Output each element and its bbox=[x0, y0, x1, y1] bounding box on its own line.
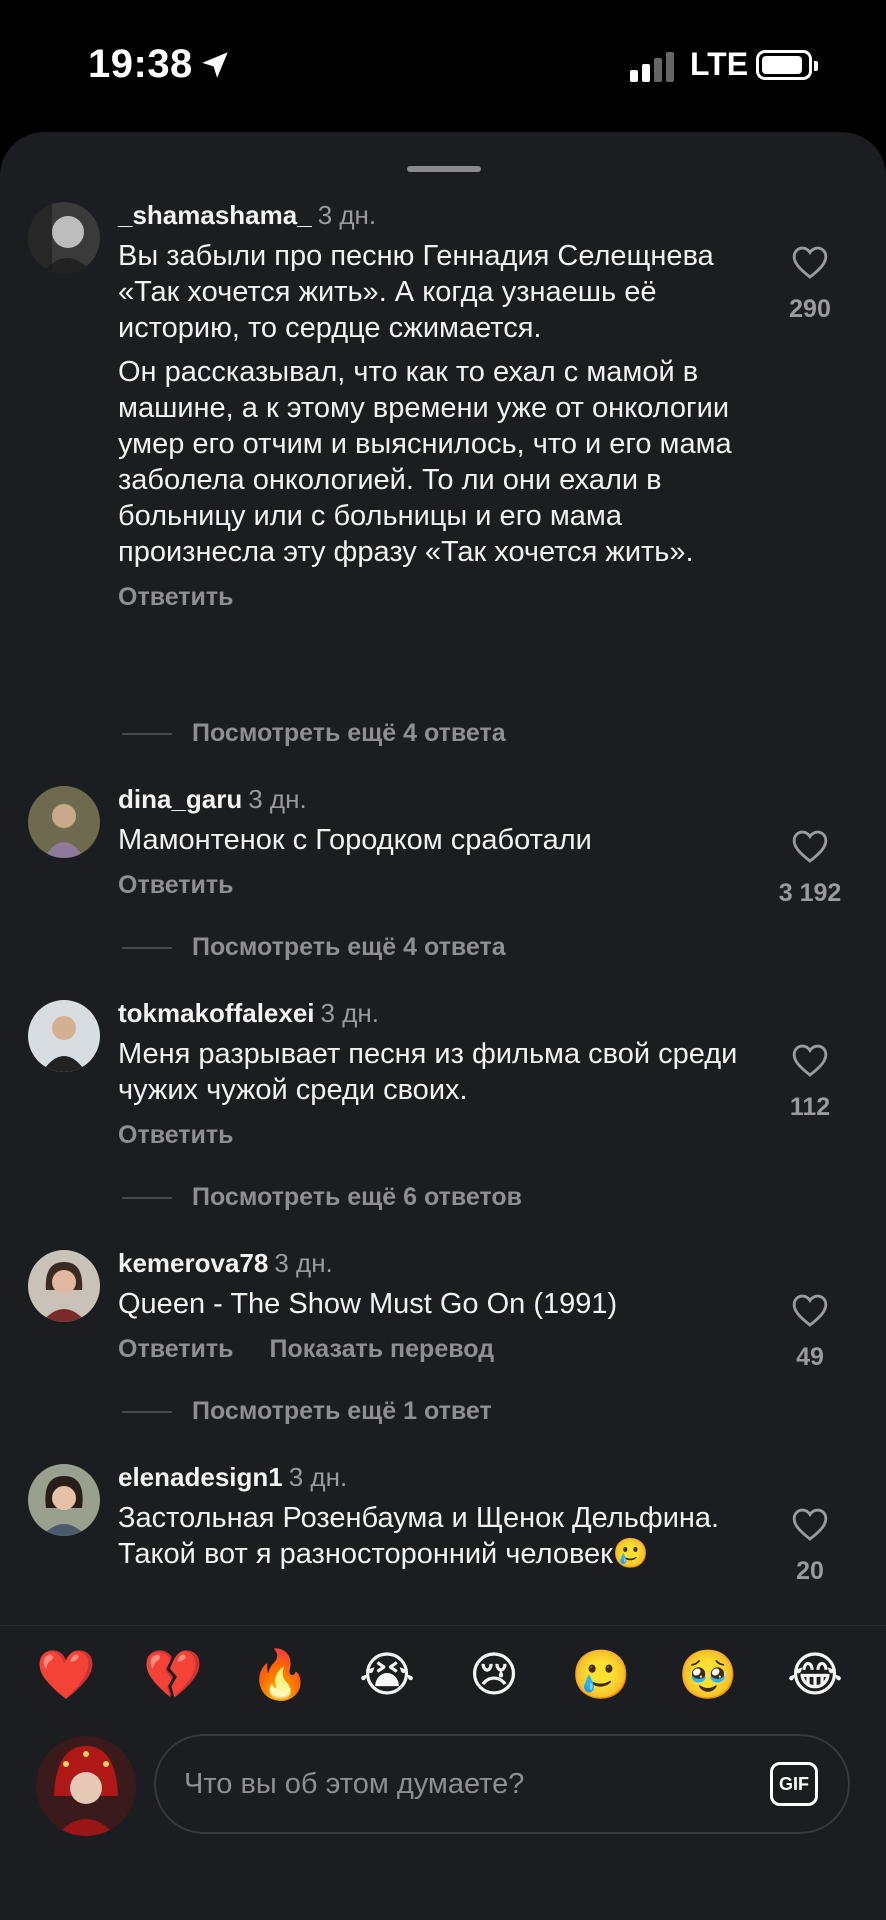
comment-username[interactable]: tokmakoffalexei bbox=[118, 998, 315, 1028]
network-label: LTE bbox=[690, 46, 749, 82]
like-count: 112 bbox=[789, 1093, 831, 1121]
comment-input-placeholder: Что вы об этом думаете? bbox=[184, 1768, 525, 1800]
view-more-replies[interactable]: Посмотреть ещё 6 ответов bbox=[122, 1180, 522, 1214]
reply-button[interactable]: Ответить bbox=[118, 871, 234, 899]
avatar[interactable] bbox=[28, 1250, 100, 1322]
comment-paragraph: Застольная Розенбаума и Щенок Дельфина. … bbox=[118, 1502, 720, 1570]
comment-text: Мамонтенок с Городком сработали bbox=[118, 822, 758, 858]
comment-paragraph: Вы забыли про песню Геннадия Селещнева «… bbox=[118, 240, 714, 344]
comment-time: 3 дн. bbox=[320, 998, 379, 1028]
comment-text: Queen - The Show Must Go On (1991) bbox=[118, 1286, 758, 1322]
reaction-smile-tear[interactable]: 🥲 bbox=[571, 1645, 631, 1705]
like-button[interactable]: 3 192 bbox=[770, 828, 850, 908]
sheet-grabber[interactable] bbox=[407, 166, 481, 172]
reaction-crying-loud[interactable]: 😭 bbox=[357, 1645, 417, 1705]
like-button[interactable]: 290 bbox=[770, 244, 850, 324]
quick-reactions: ❤️ 💔 🔥 😭 😢 🥲 🥹 😂 bbox=[0, 1645, 886, 1705]
like-count: 49 bbox=[796, 1343, 824, 1371]
comment-username[interactable]: _shamashama_ bbox=[118, 200, 312, 230]
comment-username[interactable]: dina_garu bbox=[118, 784, 242, 814]
heart-outline-icon bbox=[792, 246, 828, 279]
reaction-pleading[interactable]: 🥹 bbox=[678, 1645, 738, 1705]
comment-time: 3 дн. bbox=[248, 784, 307, 814]
comment-text: Меня разрывает песня из фильма свой сред… bbox=[118, 1036, 758, 1108]
cellular-signal-icon bbox=[630, 50, 678, 82]
heart-outline-icon bbox=[792, 830, 828, 863]
reaction-tears-of-joy[interactable]: 😂 bbox=[785, 1645, 845, 1705]
avatar[interactable] bbox=[28, 1000, 100, 1072]
avatar[interactable] bbox=[28, 786, 100, 858]
heart-outline-icon bbox=[792, 1294, 828, 1327]
comment-paragraph: Queen - The Show Must Go On (1991) bbox=[118, 1288, 618, 1320]
my-avatar bbox=[36, 1736, 136, 1836]
like-count: 20 bbox=[796, 1557, 824, 1585]
reaction-crying[interactable]: 😢 bbox=[464, 1645, 524, 1705]
like-button[interactable]: 49 bbox=[770, 1292, 850, 1372]
view-more-replies[interactable]: Посмотреть ещё 4 ответа bbox=[122, 930, 506, 964]
comment-text: Застольная Розенбаума и Щенок Дельфина. … bbox=[118, 1500, 758, 1572]
reaction-broken-heart[interactable]: 💔 bbox=[143, 1645, 203, 1705]
avatar[interactable] bbox=[28, 1464, 100, 1536]
comment-input[interactable]: Что вы об этом думаете? GIF bbox=[154, 1734, 850, 1834]
like-count: 3 192 bbox=[778, 879, 842, 907]
like-button[interactable]: 112 bbox=[770, 1042, 850, 1122]
gif-button[interactable]: GIF bbox=[770, 1762, 818, 1806]
show-translation-button[interactable]: Показать перевод bbox=[270, 1335, 495, 1363]
like-button[interactable]: 20 bbox=[770, 1506, 850, 1586]
comment-time: 3 дн. bbox=[288, 1462, 348, 1492]
comment-paragraph: Меня разрывает песня из фильма свой сред… bbox=[118, 1038, 738, 1106]
comment-time: 3 дн. bbox=[274, 1248, 333, 1278]
comment-paragraph: Мамонтенок с Городком сработали bbox=[118, 824, 592, 856]
battery-icon bbox=[756, 50, 818, 80]
view-more-replies[interactable]: Посмотреть ещё 4 ответа bbox=[122, 716, 506, 750]
comment-text: Вы забыли про песню Геннадия Селещнева «… bbox=[118, 238, 758, 570]
reaction-fire[interactable]: 🔥 bbox=[250, 1645, 310, 1705]
location-arrow-icon bbox=[202, 52, 228, 78]
view-more-replies[interactable]: Посмотреть ещё 1 ответ bbox=[122, 1394, 492, 1428]
comment-username[interactable]: kemerova78 bbox=[118, 1248, 268, 1278]
avatar[interactable] bbox=[28, 202, 100, 274]
heart-outline-icon bbox=[792, 1044, 828, 1077]
comment-username[interactable]: elenadesign1 bbox=[118, 1462, 283, 1492]
reaction-red-heart[interactable]: ❤️ bbox=[36, 1645, 96, 1705]
reply-button[interactable]: Ответить bbox=[118, 1121, 234, 1149]
reply-button[interactable]: Ответить bbox=[118, 583, 234, 611]
comment-time: 3 дн. bbox=[317, 200, 377, 230]
heart-outline-icon bbox=[792, 1508, 828, 1541]
divider bbox=[0, 1625, 886, 1626]
status-time: 19:38 bbox=[88, 42, 193, 86]
status-bar: 19:38 LTE bbox=[0, 0, 886, 130]
comment-paragraph: Он рассказывал, что как то ехал с мамой … bbox=[118, 356, 732, 568]
reply-button[interactable]: Ответить bbox=[118, 1335, 234, 1363]
like-count: 290 bbox=[789, 295, 831, 323]
